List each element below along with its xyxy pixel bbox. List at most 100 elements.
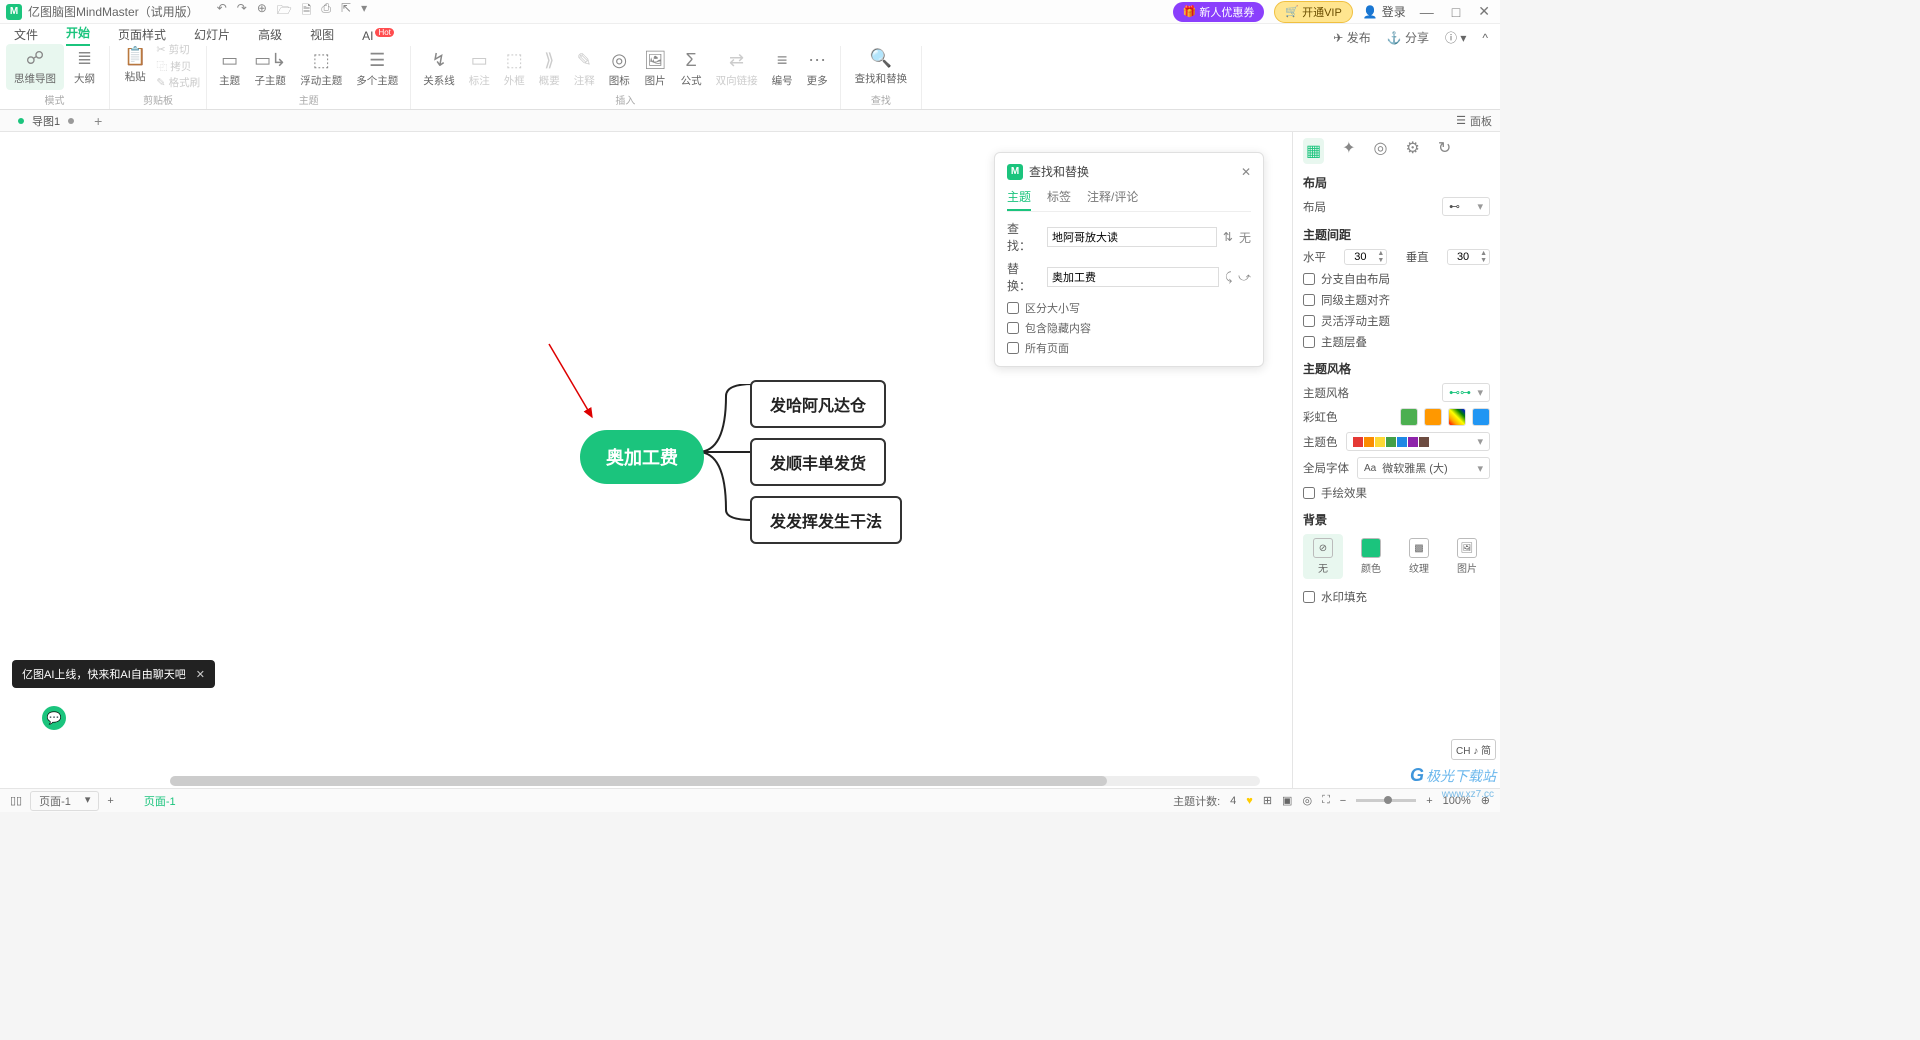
menu-advanced[interactable]: 高级 bbox=[258, 26, 282, 46]
horizontal-scrollbar[interactable] bbox=[170, 776, 1260, 786]
ime-indicator[interactable]: CH ♪ 简 bbox=[1451, 739, 1496, 760]
rainbow-2[interactable] bbox=[1424, 408, 1442, 426]
promo-coupon[interactable]: 🎁 新人优惠券 bbox=[1173, 2, 1265, 22]
replace-one-icon[interactable]: ⤹ bbox=[1225, 270, 1232, 285]
panel-tab-layout-icon[interactable]: ▦ bbox=[1303, 138, 1324, 164]
theme-color-select[interactable]: ▾ bbox=[1346, 432, 1491, 451]
bg-color[interactable]: 颜色 bbox=[1351, 534, 1391, 579]
print-icon[interactable]: ⎙ bbox=[321, 1, 331, 22]
font-select[interactable]: Aa 微软雅黑 (大)▾ bbox=[1357, 457, 1490, 479]
vert-input[interactable] bbox=[1448, 251, 1478, 263]
collapse-ribbon-button[interactable]: ^ bbox=[1482, 31, 1488, 45]
toast-close-button[interactable]: ✕ bbox=[196, 668, 205, 681]
open-icon[interactable]: 🗁 bbox=[277, 1, 292, 22]
help-button[interactable]: ⓘ ▾ bbox=[1445, 29, 1466, 46]
vert-spinner[interactable]: ▲▼ bbox=[1447, 249, 1490, 265]
float-topic-button[interactable]: ⬚浮动主题 bbox=[294, 48, 348, 90]
chk-float[interactable] bbox=[1303, 315, 1315, 327]
topic-button[interactable]: ▭主题 bbox=[213, 48, 246, 90]
cut-button[interactable]: ✂剪切 bbox=[156, 42, 200, 57]
chk-free-layout[interactable] bbox=[1303, 273, 1315, 285]
outline-mode-button[interactable]: ≣大纲 bbox=[66, 44, 103, 90]
chk-watermark[interactable] bbox=[1303, 591, 1315, 603]
promo-vip[interactable]: 🛒 开通VIP bbox=[1274, 1, 1352, 23]
central-topic[interactable]: 奥加工费 bbox=[580, 430, 704, 484]
bilink-button[interactable]: ⇄双向链接 bbox=[710, 48, 764, 90]
relation-button[interactable]: ↯关系线 bbox=[417, 48, 461, 90]
zoom-in-button[interactable]: + bbox=[1426, 795, 1432, 807]
more-insert-button[interactable]: ⋯更多 bbox=[801, 48, 834, 90]
panel-tab-settings-icon[interactable]: ⚙ bbox=[1406, 138, 1420, 164]
rainbow-1[interactable] bbox=[1400, 408, 1418, 426]
chk-hidden[interactable] bbox=[1007, 322, 1019, 334]
bg-texture[interactable]: ▩纹理 bbox=[1399, 534, 1439, 579]
child-topic-3[interactable]: 发发挥发生干法 bbox=[750, 496, 902, 544]
callout-button[interactable]: ▭标注 bbox=[463, 48, 496, 90]
replace-input[interactable] bbox=[1047, 267, 1219, 287]
fp-tab-tag[interactable]: 标签 bbox=[1047, 188, 1071, 211]
replace-all-icon[interactable]: ⤻ bbox=[1238, 270, 1251, 285]
menu-start[interactable]: 开始 bbox=[66, 24, 90, 46]
scrollbar-thumb[interactable] bbox=[170, 776, 1107, 786]
layout-select[interactable]: ⊷▾ bbox=[1442, 197, 1490, 216]
find-highlight-icon[interactable]: ⇅ bbox=[1223, 230, 1233, 244]
share-button[interactable]: ⚓ 分享 bbox=[1387, 29, 1429, 46]
comment-button[interactable]: ✎注释 bbox=[568, 48, 601, 90]
document-tab[interactable]: 导图1 bbox=[8, 113, 84, 129]
view-grid-icon[interactable]: ⊞ bbox=[1263, 794, 1272, 807]
add-tab-button[interactable]: + bbox=[84, 113, 112, 129]
icon-button[interactable]: ◎图标 bbox=[603, 48, 636, 90]
panel-toggle[interactable]: ☰ 面板 bbox=[1456, 113, 1500, 129]
horiz-input[interactable] bbox=[1345, 251, 1375, 263]
boundary-button[interactable]: ⬚外框 bbox=[498, 48, 531, 90]
login-button[interactable]: 👤 登录 bbox=[1363, 3, 1406, 20]
qa-more-icon[interactable]: ▾ bbox=[361, 1, 367, 22]
format-painter-button[interactable]: ✎格式刷 bbox=[156, 75, 200, 90]
chk-handdrawn[interactable] bbox=[1303, 487, 1315, 499]
find-replace-button[interactable]: 🔍查找和替换 bbox=[847, 44, 916, 90]
horiz-spinner[interactable]: ▲▼ bbox=[1344, 249, 1387, 265]
panel-tab-marker-icon[interactable]: ◎ bbox=[1374, 138, 1388, 164]
ai-chat-bubble[interactable]: 💬 bbox=[42, 706, 66, 730]
fp-close-button[interactable]: ✕ bbox=[1241, 165, 1251, 179]
chk-stack[interactable] bbox=[1303, 336, 1315, 348]
minimize-button[interactable]: — bbox=[1416, 4, 1438, 20]
style-select[interactable]: ⊷⊶▾ bbox=[1442, 383, 1490, 402]
pages-icon[interactable]: ▯▯ bbox=[10, 794, 22, 807]
multi-topic-button[interactable]: ☰多个主题 bbox=[350, 48, 404, 90]
find-input[interactable] bbox=[1047, 227, 1217, 247]
fp-tab-topic[interactable]: 主题 bbox=[1007, 188, 1031, 211]
zoom-out-button[interactable]: − bbox=[1340, 795, 1346, 807]
zoom-slider[interactable] bbox=[1356, 799, 1416, 802]
menu-ai[interactable]: AIHot bbox=[362, 29, 394, 46]
bg-none[interactable]: ⊘无 bbox=[1303, 534, 1343, 579]
export-icon[interactable]: ⇱ bbox=[341, 1, 351, 22]
fullscreen-icon[interactable]: ⛶ bbox=[1322, 794, 1330, 807]
menu-file[interactable]: 文件 bbox=[14, 26, 38, 46]
save-icon[interactable]: 🗎 bbox=[302, 1, 312, 22]
bg-image[interactable]: 🖼图片 bbox=[1447, 534, 1487, 579]
page-tab-active[interactable]: 页面-1 bbox=[144, 793, 176, 809]
redo-icon[interactable]: ↷ bbox=[237, 1, 247, 22]
chk-allpages[interactable] bbox=[1007, 342, 1019, 354]
formula-button[interactable]: Σ公式 bbox=[675, 48, 708, 90]
page-selector[interactable]: 页面-1▾ bbox=[30, 791, 99, 811]
paste-button[interactable]: 📋粘贴 bbox=[116, 42, 154, 90]
number-button[interactable]: ≡编号 bbox=[766, 48, 799, 90]
maximize-button[interactable]: □ bbox=[1448, 4, 1464, 20]
menu-view[interactable]: 视图 bbox=[310, 26, 334, 46]
copy-button[interactable]: ⿻拷贝 bbox=[156, 58, 200, 74]
canvas[interactable]: 奥加工费 发哈阿凡达仓 发顺丰单发货 发发挥发生干法 M 查找和替换 ✕ 主题 … bbox=[0, 132, 1292, 788]
add-page-button[interactable]: + bbox=[107, 795, 113, 807]
rainbow-4[interactable] bbox=[1472, 408, 1490, 426]
view-center-icon[interactable]: ◎ bbox=[1302, 794, 1312, 807]
close-button[interactable]: ✕ bbox=[1474, 3, 1494, 20]
chk-align[interactable] bbox=[1303, 294, 1315, 306]
view-fit-icon[interactable]: ▣ bbox=[1282, 794, 1292, 807]
summary-button[interactable]: ⟫概要 bbox=[533, 48, 566, 90]
mindmap-mode-button[interactable]: ☍思维导图 bbox=[6, 44, 64, 90]
undo-icon[interactable]: ↶ bbox=[217, 1, 227, 22]
subtopic-button[interactable]: ▭↳子主题 bbox=[248, 48, 292, 90]
chk-case[interactable] bbox=[1007, 302, 1019, 314]
panel-tab-history-icon[interactable]: ↻ bbox=[1438, 138, 1451, 164]
